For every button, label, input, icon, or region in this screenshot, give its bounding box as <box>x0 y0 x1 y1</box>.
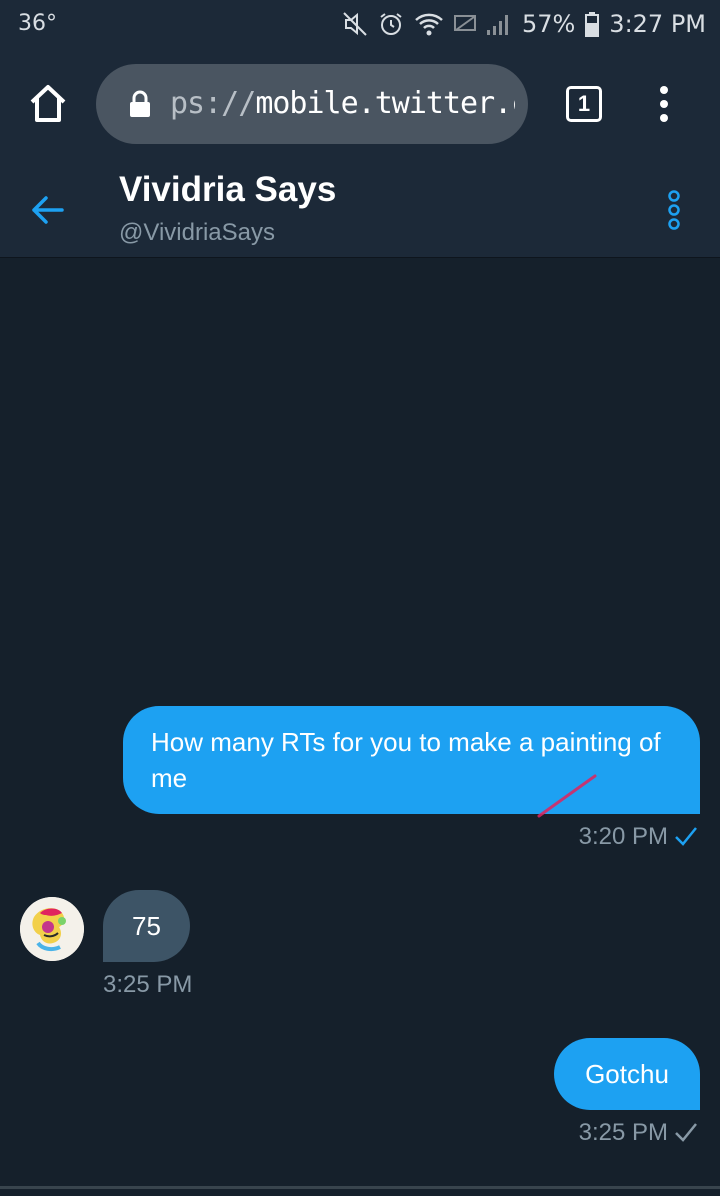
back-button[interactable] <box>28 192 68 228</box>
message-timestamp: 3:20 PM <box>578 823 668 850</box>
address-bar[interactable]: ps://mobile.twitter.com <box>96 64 528 144</box>
message-bubble-outgoing[interactable]: Gotchu <box>554 1038 700 1110</box>
url-scheme: ps:// <box>170 86 256 121</box>
mute-icon <box>342 11 368 37</box>
lock-icon <box>128 90 152 123</box>
read-check-icon <box>675 827 697 846</box>
url-domain: mobile.twitter.com <box>255 86 515 121</box>
status-icons: 57% 3:27 PM <box>342 8 706 40</box>
more-vert-icon <box>660 86 668 122</box>
compose-divider <box>0 1186 720 1189</box>
no-sim-icon <box>453 15 476 33</box>
alarm-icon <box>378 11 404 37</box>
screen: 36° 57% 3:27 PM ps://mobile.twitter. 1 V… <box>0 0 720 1196</box>
avatar[interactable] <box>20 897 84 961</box>
browser-menu-button[interactable] <box>648 84 680 124</box>
message-list[interactable]: How many RTs for you to make a painting … <box>0 259 720 1187</box>
message-bubble-incoming[interactable]: 75 <box>103 890 190 962</box>
status-time: 3:27 PM <box>609 10 706 38</box>
sent-check-icon <box>675 1123 697 1142</box>
more-vert-outline-icon <box>668 190 680 230</box>
battery-icon <box>585 11 600 37</box>
message-bubble-outgoing[interactable]: How many RTs for you to make a painting … <box>123 706 700 814</box>
conversation-header: Vividria Says @VividriaSays <box>0 160 720 258</box>
status-bar: 36° 57% 3:27 PM <box>0 0 720 48</box>
tab-switcher-button[interactable]: 1 <box>566 86 602 122</box>
signal-icon <box>486 12 512 36</box>
battery-percent: 57% <box>521 10 576 38</box>
wifi-icon <box>414 11 444 37</box>
browser-toolbar: ps://mobile.twitter.com 1 <box>0 48 720 160</box>
avatar-artwork-icon <box>20 897 84 961</box>
conversation-info-button[interactable] <box>660 188 688 232</box>
message-timestamp: 3:25 PM <box>578 1119 668 1146</box>
status-temperature: 36° <box>18 11 57 36</box>
back-arrow-icon <box>32 196 64 224</box>
conversation-name: Vividria Says <box>119 170 337 209</box>
home-icon <box>30 85 66 122</box>
message-timestamp: 3:25 PM <box>103 971 193 998</box>
home-button[interactable] <box>24 80 72 128</box>
url-text: ps://mobile.twitter.com <box>170 86 515 121</box>
red-scribble-mark <box>537 774 597 818</box>
conversation-handle: @VividriaSays <box>119 219 275 246</box>
